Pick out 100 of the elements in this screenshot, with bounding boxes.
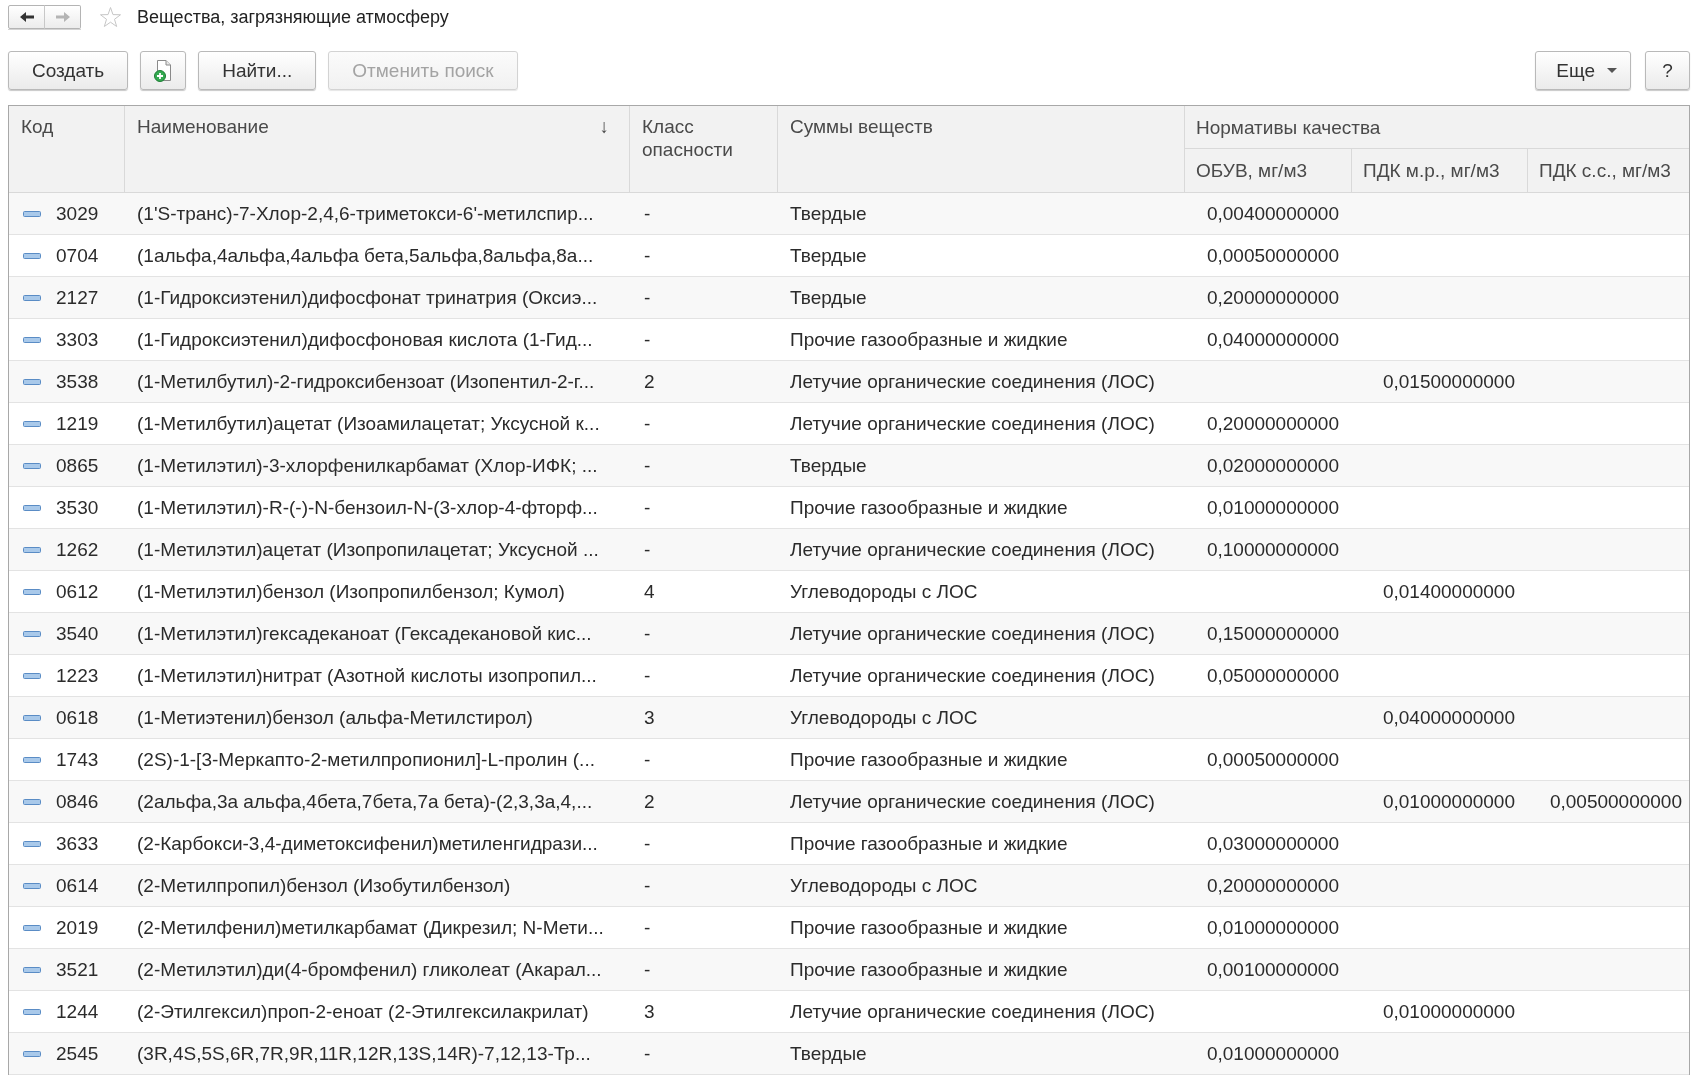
substance-code: 0618 [56,706,99,729]
substance-code: 1244 [56,1000,99,1023]
substance-code: 3538 [56,370,99,393]
dash-icon [23,252,41,259]
substance-name: (1-Метилэтил)-3-хлорфенилкарбамат (Хлор-ИФК; ... [137,454,598,477]
hazard-class: - [644,916,651,939]
substance-group: Прочие газообразные и жидкие [790,958,1068,981]
obuv-value: 0,01000000000 [1206,496,1339,519]
substance-group: Твердые [790,454,867,477]
obuv-value: 0,20000000000 [1206,286,1339,309]
column-header[interactable]: ПДК м.р., мг/м3 [1363,159,1500,182]
substance-group: Прочие газообразные и жидкие [790,832,1068,855]
hazard-class: 2 [644,370,655,393]
substance-group: Летучие органические соединения (ЛОС) [790,664,1155,687]
hazard-class: - [644,874,651,897]
dash-icon [23,882,41,889]
obuv-value: 0,01000000000 [1206,916,1339,939]
obuv-value: 0,00100000000 [1206,958,1339,981]
dash-icon [23,504,41,511]
substance-name: (1альфа,4альфа,4альфа бета,5альфа,8альфа,8а... [137,244,594,267]
obuv-value: 0,00050000000 [1206,244,1339,267]
obuv-value: 0,00050000000 [1206,748,1339,771]
substance-code: 1743 [56,748,99,771]
substance-code: 0704 [56,244,99,267]
obuv-value: 0,20000000000 [1206,874,1339,897]
substance-group: Летучие органические соединения (ЛОС) [790,790,1155,813]
column-header[interactable]: Суммы веществ [790,115,933,138]
substance-name: (2-Метилпропил)бензол (Изобутилбензол) [137,874,511,897]
substance-name: (1-Метилэтил)нитрат (Азотной кислоты изопропил... [137,664,597,687]
substance-group: Прочие газообразные и жидкие [790,496,1068,519]
dash-icon [23,588,41,595]
substance-group: Углеводороды с ЛОС [790,580,978,603]
substance-name: (1-Метилэтил)бензол (Изопропилбензол; Кумол) [137,580,565,603]
dash-icon [23,546,41,553]
substance-group: Летучие органические соединения (ЛОС) [790,622,1155,645]
obuv-value: 0,04000000000 [1206,328,1339,351]
column-header[interactable]: Класс опасности [642,115,765,161]
hazard-class: - [644,664,651,687]
substance-group: Прочие газообразные и жидкие [790,748,1068,771]
column-header[interactable]: ПДК с.с., мг/м3 [1539,159,1671,182]
hazard-class: - [644,958,651,981]
pdk-mr-value: 0,01000000000 [1382,1000,1515,1023]
substance-code: 3530 [56,496,99,519]
hazard-class: 4 [644,580,655,603]
substance-code: 3633 [56,832,99,855]
star-icon[interactable] [100,7,121,27]
dash-icon [23,1008,41,1015]
obuv-value: 0,05000000000 [1206,664,1339,687]
substance-name: (1-Метиэтенил)бензол (альфа-Метилстирол) [137,706,533,729]
substance-name: (1'S-транс)-7-Хлор-2,4,6-триметокси-6'-метилспир... [137,202,594,225]
dash-icon [23,840,41,847]
hazard-class: 2 [644,790,655,813]
back-button[interactable] [8,5,45,29]
toolbar-button[interactable]: Создать [8,51,129,90]
substance-code: 1223 [56,664,99,687]
substance-code: 0612 [56,580,99,603]
new-document-button[interactable] [140,51,187,90]
column-header[interactable]: Наименование [137,115,269,138]
substance-code: 0846 [56,790,99,813]
substance-name: (2альфа,3а альфа,4бета,7бета,7а бета)-(2,3,3а,4,... [137,790,593,813]
substance-group: Летучие органические соединения (ЛОС) [790,538,1155,561]
substance-name: (1-Гидроксиэтенил)дифосфоновая кислота (1-Гид... [137,328,593,351]
hazard-class: - [644,1042,651,1065]
column-header[interactable]: Код [21,115,54,138]
substance-group: Углеводороды с ЛОС [790,706,978,729]
toolbar-button[interactable]: Найти... [198,51,317,90]
dash-icon [23,420,41,427]
substance-group: Летучие органические соединения (ЛОС) [790,370,1155,393]
substance-name: (1-Метилэтил)гексадеканоат (Гексадекановой кис... [137,622,592,645]
pdk-mr-value: 0,01400000000 [1382,580,1515,603]
hazard-class: - [644,412,651,435]
dash-icon [23,378,41,385]
hazard-class: - [644,496,651,519]
dash-icon [23,714,41,721]
column-group-header: Нормативы качества [1196,115,1381,139]
substance-code: 2019 [56,916,99,939]
dash-icon [23,756,41,763]
obuv-value: 0,20000000000 [1206,412,1339,435]
help-button[interactable]: ? [1645,51,1690,90]
left-arrow-icon [19,12,34,22]
substance-name: (1-Метилэтил)ацетат (Изопропилацетат; Уксусной ... [137,538,599,561]
hazard-class: - [644,202,651,225]
hazard-class: - [644,832,651,855]
obuv-value: 0,02000000000 [1206,454,1339,477]
dash-icon [23,924,41,931]
hazard-class: - [644,454,651,477]
column-header[interactable]: ОБУВ, мг/м3 [1196,159,1307,182]
dash-icon [23,630,41,637]
substance-group: Твердые [790,202,867,225]
hazard-class: - [644,622,651,645]
hazard-class: - [644,286,651,309]
substance-name: (3R,4S,5S,6R,7R,9R,11R,12R,13S,14R)-7,12,13-Тр... [137,1042,591,1065]
obuv-value: 0,15000000000 [1206,622,1339,645]
substance-group: Твердые [790,286,867,309]
substance-code: 3540 [56,622,99,645]
obuv-value: 0,03000000000 [1206,832,1339,855]
more-menu-button[interactable]: Еще [1535,51,1631,90]
substance-group: Прочие газообразные и жидкие [790,328,1068,351]
substance-code: 3029 [56,202,99,225]
substance-name: (1-Гидроксиэтенил)дифосфонат тринатрия (Оксиэ... [137,286,598,309]
